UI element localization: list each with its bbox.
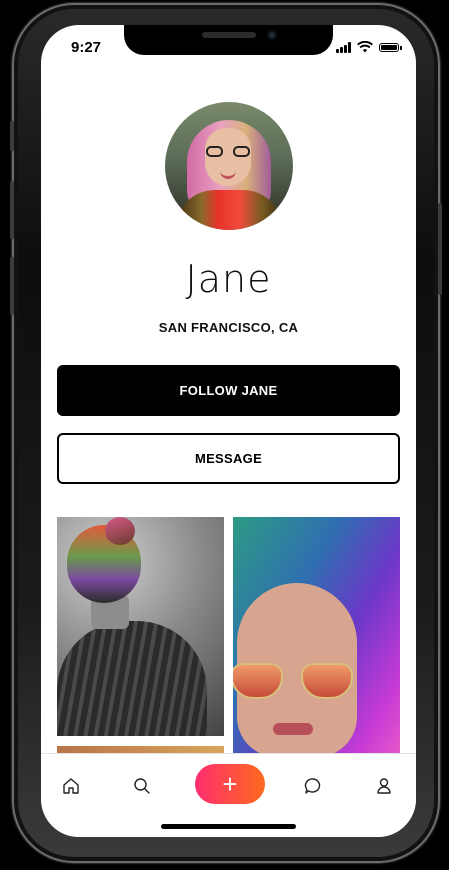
user-icon bbox=[377, 778, 391, 794]
profile-location: SAN FRANCISCO, CA bbox=[158, 320, 299, 335]
power-button bbox=[438, 203, 442, 295]
tab-messages[interactable] bbox=[301, 774, 325, 798]
plus-icon: + bbox=[222, 769, 238, 799]
add-post-button[interactable]: + bbox=[195, 764, 265, 804]
home-indicator[interactable] bbox=[161, 824, 296, 829]
front-camera bbox=[267, 30, 277, 40]
avatar[interactable] bbox=[165, 102, 293, 230]
cellular-signal-icon bbox=[336, 41, 351, 53]
follow-button[interactable]: FOLLOW JANE bbox=[57, 365, 400, 416]
tab-profile[interactable] bbox=[372, 774, 396, 798]
tab-search[interactable] bbox=[130, 774, 154, 798]
chat-bubble-icon bbox=[304, 778, 321, 794]
tab-bar: + bbox=[41, 753, 416, 837]
mute-switch bbox=[10, 121, 14, 151]
home-icon bbox=[63, 778, 79, 794]
search-icon bbox=[134, 778, 150, 794]
phone-screen: 9:27 Jane SAN FRANCISCO, CA FOLLOW JANE … bbox=[41, 25, 416, 837]
message-button[interactable]: MESSAGE bbox=[57, 433, 400, 484]
speaker bbox=[202, 32, 256, 38]
volume-down-button bbox=[10, 257, 14, 315]
volume-up-button bbox=[10, 181, 14, 239]
notch bbox=[124, 25, 333, 55]
wifi-icon bbox=[357, 41, 373, 53]
tab-home[interactable] bbox=[59, 774, 83, 798]
battery-icon bbox=[379, 42, 402, 52]
gallery-photo-2[interactable] bbox=[233, 517, 400, 757]
status-time: 9:27 bbox=[71, 39, 102, 56]
status-icons bbox=[336, 41, 402, 53]
gallery-photo-1[interactable] bbox=[57, 517, 224, 736]
profile-name: Jane bbox=[185, 257, 272, 301]
